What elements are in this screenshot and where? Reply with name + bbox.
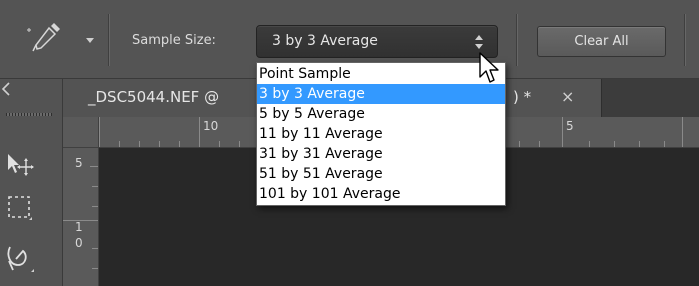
ruler-tick bbox=[159, 141, 160, 147]
marquee-tool-icon[interactable] bbox=[6, 193, 34, 221]
ruler-tick bbox=[239, 141, 240, 147]
ruler-label: 10 bbox=[203, 119, 219, 133]
ruler-tick bbox=[179, 141, 180, 147]
ruler-tick bbox=[639, 141, 640, 147]
tools-panel bbox=[0, 79, 63, 286]
toolbar-separator bbox=[108, 14, 109, 66]
ruler-tick bbox=[589, 141, 590, 147]
toolbar-separator bbox=[516, 14, 517, 66]
ruler-tick bbox=[92, 248, 98, 249]
ruler-tick bbox=[92, 206, 98, 207]
ruler-label: 5 bbox=[566, 119, 574, 133]
collapse-arrow-icon[interactable] bbox=[0, 81, 12, 97]
sample-size-option-selected[interactable]: 3 by 3 Average bbox=[257, 84, 505, 104]
ruler-tick bbox=[614, 141, 615, 147]
eyedropper-icon[interactable] bbox=[21, 22, 71, 56]
panel-grip[interactable] bbox=[6, 113, 52, 116]
ruler-tick bbox=[119, 141, 120, 147]
ruler-tick bbox=[139, 141, 140, 147]
sample-size-option[interactable]: 11 by 11 Average bbox=[257, 124, 505, 144]
sample-size-option[interactable]: 31 by 31 Average bbox=[257, 144, 505, 164]
sample-size-value: 3 by 3 Average bbox=[272, 33, 378, 49]
ruler-tick bbox=[92, 268, 98, 269]
ruler-label: 0 bbox=[75, 236, 83, 250]
move-tool-icon[interactable] bbox=[4, 151, 34, 177]
sample-size-dropdown-list: Point Sample 3 by 3 Average 5 by 5 Avera… bbox=[256, 62, 506, 206]
ruler-tick bbox=[539, 141, 540, 147]
ruler-label: 5 bbox=[75, 156, 83, 170]
document-tab-title: _DSC5044.NEF @ bbox=[88, 88, 220, 106]
ruler-tick bbox=[90, 166, 98, 167]
ruler-tick bbox=[199, 117, 200, 147]
photoshop-window: Sample Size: 3 by 3 Average Clear All _D… bbox=[0, 0, 699, 286]
ruler-tick bbox=[63, 220, 98, 221]
lasso-tool-icon[interactable] bbox=[4, 243, 36, 273]
sample-size-label: Sample Size: bbox=[132, 33, 216, 48]
vertical-ruler[interactable]: 5 1 0 bbox=[63, 148, 99, 286]
toolbar-separator bbox=[684, 14, 685, 66]
close-icon[interactable]: × bbox=[561, 87, 574, 106]
mouse-pointer-icon bbox=[479, 52, 499, 83]
ruler-tick bbox=[92, 186, 98, 187]
ruler-tick bbox=[99, 117, 100, 147]
up-down-arrows-icon bbox=[475, 35, 483, 49]
document-tab-modified-marker: ) * bbox=[513, 88, 532, 106]
sample-size-option[interactable]: 5 by 5 Average bbox=[257, 104, 505, 124]
ruler-origin[interactable] bbox=[63, 117, 99, 148]
ruler-tick bbox=[682, 117, 683, 147]
ruler-tick bbox=[664, 141, 665, 147]
sample-size-option[interactable]: Point Sample bbox=[257, 64, 505, 84]
clear-all-button[interactable]: Clear All bbox=[537, 26, 666, 57]
sample-size-option[interactable]: 51 by 51 Average bbox=[257, 164, 505, 184]
ruler-tick bbox=[219, 141, 220, 147]
ruler-tick bbox=[562, 117, 563, 147]
ruler-tick bbox=[519, 141, 520, 147]
sample-size-option[interactable]: 101 by 101 Average bbox=[257, 184, 505, 204]
ruler-label: 1 bbox=[75, 220, 83, 234]
sample-size-select[interactable]: 3 by 3 Average bbox=[256, 25, 498, 58]
chevron-down-icon[interactable] bbox=[86, 38, 94, 43]
